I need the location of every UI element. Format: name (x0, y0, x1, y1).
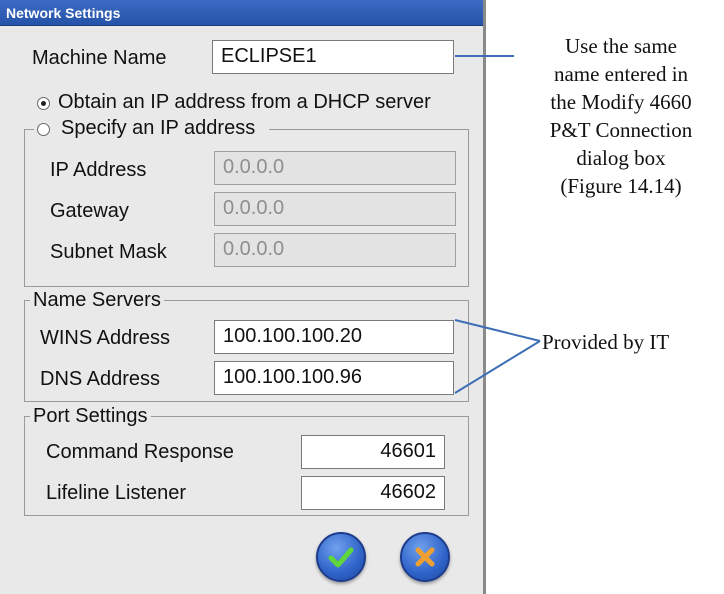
machine-name-note-line: dialog box (576, 146, 666, 170)
machine-name-note-line: name entered in (553, 62, 689, 86)
name-servers-note: Provided by IT (542, 330, 670, 354)
dns-callout-line (454, 340, 541, 394)
machine-name-note-line: (Figure 14.14) (560, 174, 682, 198)
machine-name-note-line: Use the same (565, 34, 677, 58)
wins-callout-line (454, 319, 541, 342)
machine-name-note: Use the same name entered in the Modify … (518, 32, 724, 200)
machine-name-note-line: the Modify 4660 (550, 90, 692, 114)
machine-name-note-line: P&T Connection (549, 118, 693, 142)
